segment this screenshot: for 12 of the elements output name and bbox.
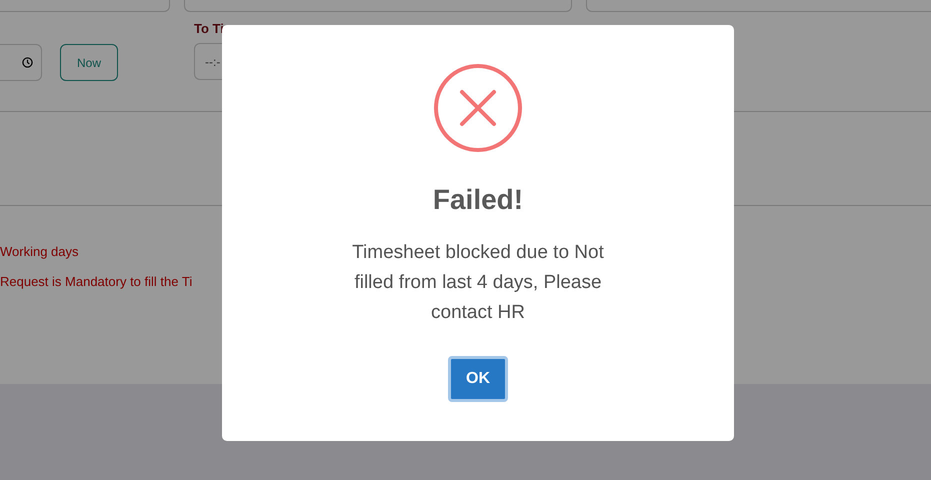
now-button[interactable]: Now: [60, 44, 118, 81]
warning-text: Working days: [0, 244, 79, 260]
text-field[interactable]: [586, 0, 931, 12]
dialog-title: Failed!: [432, 183, 524, 217]
ok-button[interactable]: OK: [448, 356, 508, 402]
time-field[interactable]: [0, 44, 42, 81]
dialog-message: Timesheet blocked due to Not filled from last 4 days, Please contact HR: [351, 241, 605, 325]
error-icon: [434, 64, 522, 152]
text-field[interactable]: [0, 0, 170, 12]
clock-icon: [22, 57, 33, 68]
text-field[interactable]: [184, 0, 572, 12]
warning-text: Request is Mandatory to fill the Ti: [0, 274, 192, 290]
